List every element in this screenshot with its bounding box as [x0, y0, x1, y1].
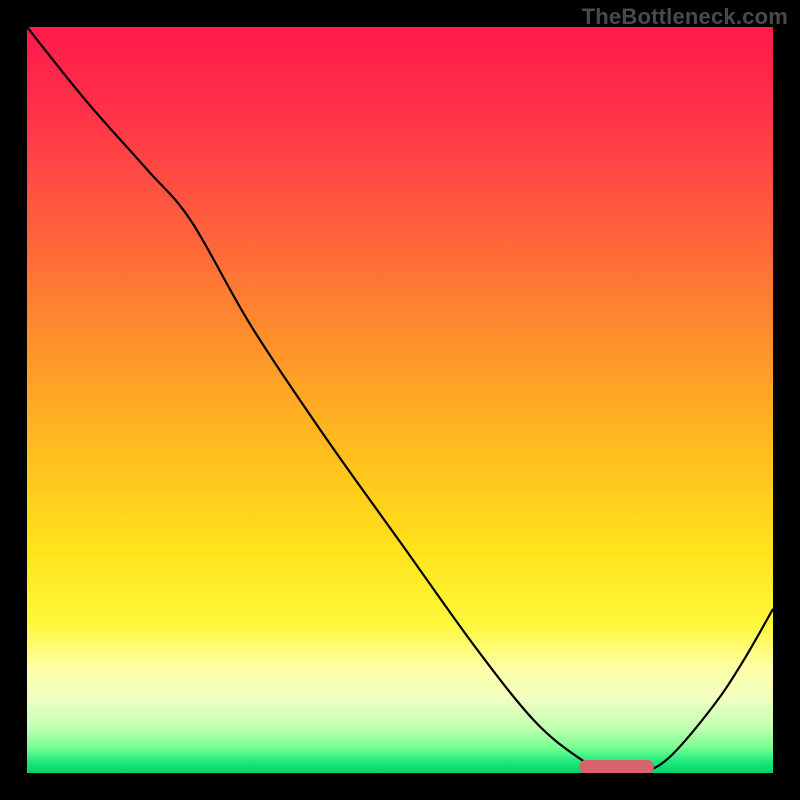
bottleneck-curve	[27, 27, 773, 773]
plot-area	[27, 27, 773, 773]
optimal-range-marker	[579, 760, 654, 773]
watermark-text: TheBottleneck.com	[582, 4, 788, 30]
chart-stage: TheBottleneck.com	[0, 0, 800, 800]
